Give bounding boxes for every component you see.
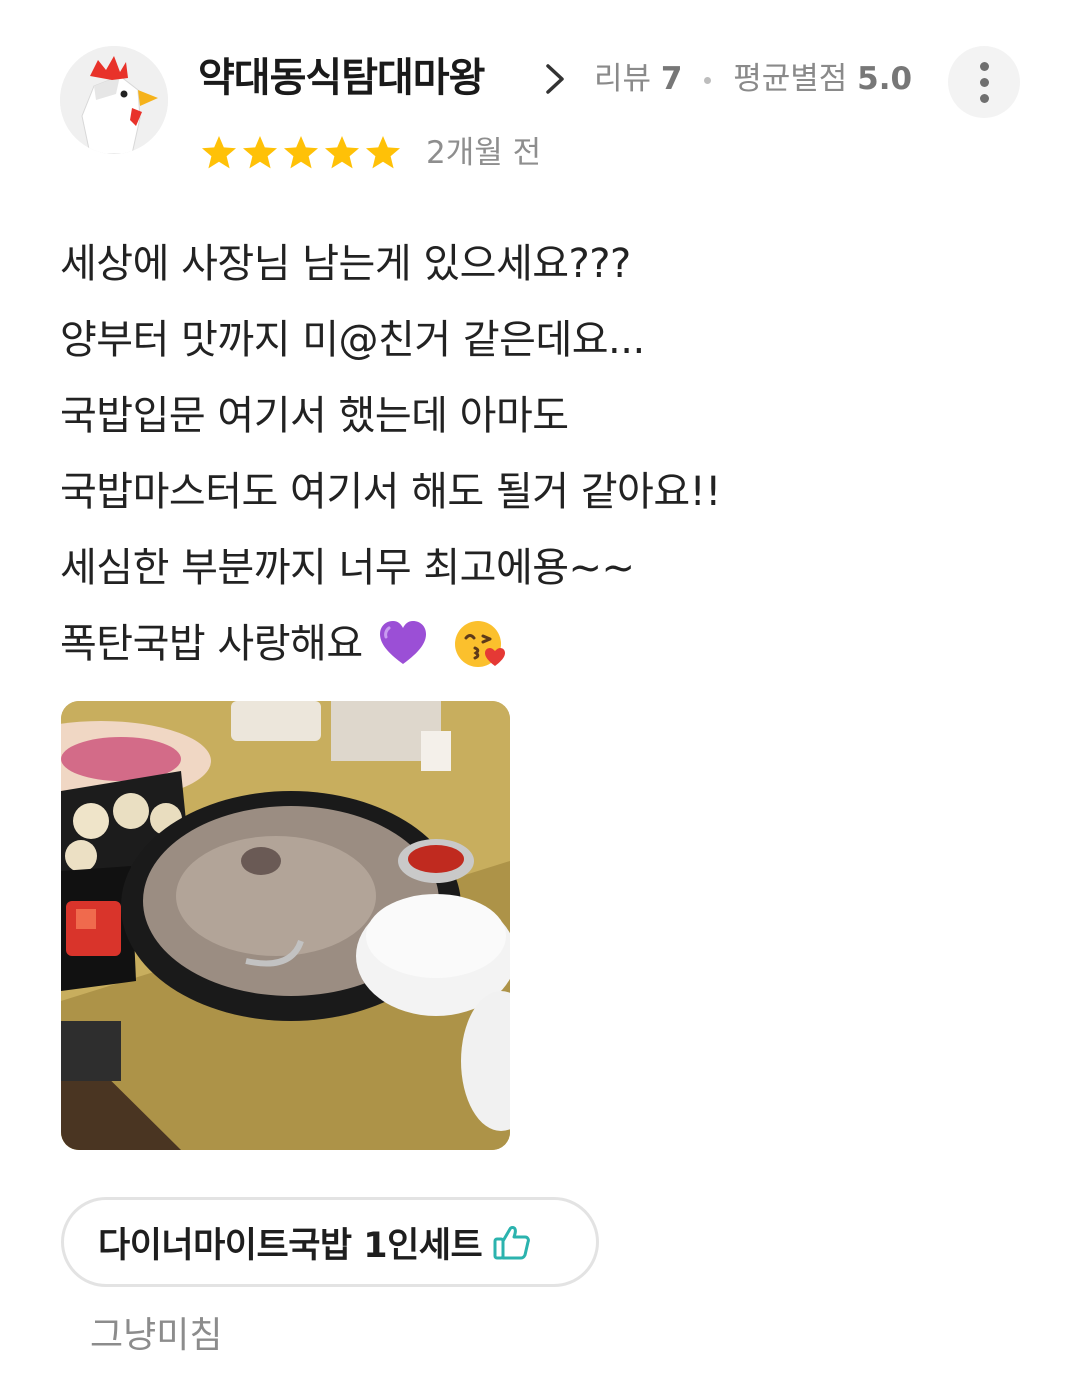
review-line: 국밥마스터도 여기서 해도 될거 같아요!! [60,469,721,515]
more-options-button[interactable] [948,46,1020,118]
separator-dot [704,77,712,84]
kissing-face-heart-icon [454,621,505,667]
review-line: 국밥입문 여기서 했는데 아마도 [60,393,569,439]
review-photo[interactable] [61,701,510,1150]
review-date: 2개월 전 [426,135,542,171]
menu-item-name: 다이너마이트국밥 1인세트 [98,1225,483,1266]
more-dot [980,62,989,71]
chicken-avatar-icon [60,46,168,154]
more-dot [980,78,989,87]
reviewer-stats: 리뷰 7 평균별점 5.0 [594,58,912,100]
chevron-right-icon[interactable] [542,62,568,96]
more-dot [980,94,989,103]
avg-rating-label: 평균별점 [733,61,848,97]
review-line: 세상에 사장님 남는게 있으세요??? [60,241,631,287]
star-icon [202,136,236,169]
menu-item-chip[interactable]: 다이너마이트국밥 1인세트 [61,1197,599,1287]
menu-comment: 그냥미침 [90,1315,223,1356]
review-line: 폭탄국밥 사랑해요 [60,621,363,667]
thumbs-up-icon [493,1226,531,1260]
star-icon [243,136,277,169]
review-line-last: 폭탄국밥 사랑해요 [60,606,1020,682]
star-icon [284,136,318,169]
user-avatar[interactable] [60,46,168,154]
review-count-label: 리뷰 [594,61,652,97]
reviewer-name[interactable]: 약대동식탐대마왕 [198,52,485,104]
food-photo-image [61,701,510,1150]
avg-rating: 5.0 [857,61,913,97]
star-icon [325,136,359,169]
star-icon [366,136,400,169]
review-body: 세상에 사장님 남는게 있으세요??? 양부터 맛까지 미@친거 같은데요...… [60,226,1020,682]
review-count: 7 [660,61,683,97]
star-rating [200,134,402,172]
review-line: 양부터 맛까지 미@친거 같은데요... [60,317,645,363]
review-line: 세심한 부분까지 너무 최고에용~~ [60,545,635,591]
purple-heart-icon [379,621,426,664]
